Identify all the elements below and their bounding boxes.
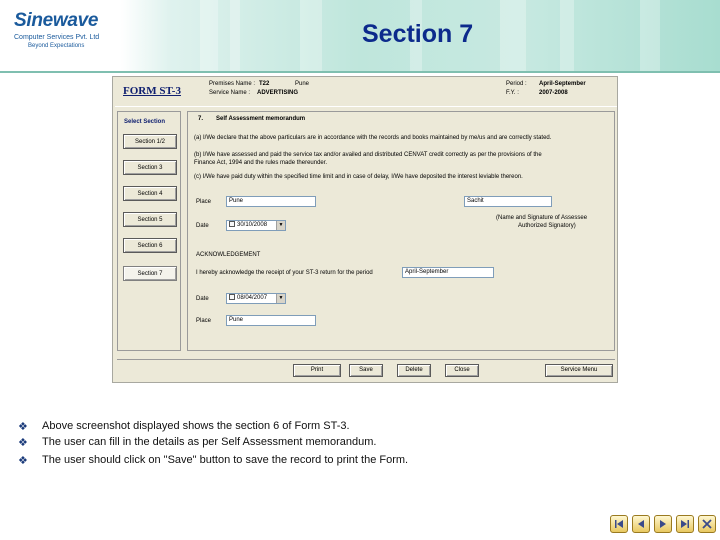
date-value: 30/10/2008: [237, 222, 268, 228]
premises-extra: Pune: [295, 81, 310, 87]
chevron-down-icon: ▼: [276, 221, 285, 230]
signature-caption-2: Authorized Signatory): [518, 223, 576, 229]
section-content-panel: 7. Self Assessment memorandum (a) I/We d…: [187, 111, 615, 351]
form-window: FORM ST-3 Premises Name : T22 Pune Servi…: [112, 76, 618, 383]
diamond-bullet-icon: ❖: [18, 436, 28, 449]
form-title: FORM ST-3: [123, 85, 181, 97]
logo-subtitle: Computer Services Pvt. Ltd: [14, 34, 100, 41]
place-input[interactable]: Pune: [226, 196, 316, 207]
ack-place-label: Place: [196, 318, 212, 324]
diamond-bullet-icon: ❖: [18, 454, 28, 467]
logo-name: Sinewave: [14, 10, 99, 31]
ack-place-input[interactable]: Pune: [226, 315, 316, 326]
close-icon: [702, 519, 712, 529]
section-1-2-button[interactable]: Section 1/2: [123, 134, 177, 149]
service-label: Service Name :: [209, 90, 251, 96]
acknowledgement-text: I hereby acknowledge the receipt of your…: [196, 270, 373, 276]
ack-date-label: Date: [196, 296, 209, 302]
company-logo: Sinewave Computer Services Pvt. Ltd Beyo…: [12, 10, 132, 60]
premises-label: Premises Name :: [209, 81, 256, 87]
signatory-input[interactable]: Sachit: [464, 196, 552, 207]
ack-period-input[interactable]: April-September: [402, 267, 494, 278]
slide-title: Section 7: [362, 20, 474, 48]
service-menu-button[interactable]: Service Menu: [545, 364, 613, 377]
declaration-b-cont: Finance Act, 1994 and the rules made the…: [194, 160, 328, 166]
next-icon: [681, 520, 689, 528]
premises-value: T22: [259, 81, 270, 87]
declaration-c: (c) I/We have paid duty within the speci…: [194, 174, 523, 180]
select-section-label: Select Section: [124, 119, 166, 125]
last-slide-button[interactable]: [676, 515, 694, 533]
declaration-b: (b) I/We have assessed and paid the serv…: [194, 152, 542, 158]
slide-header: Sinewave Computer Services Pvt. Ltd Beyo…: [0, 0, 720, 73]
fy-label: F.Y. :: [506, 90, 519, 96]
chevron-down-icon: ▼: [276, 294, 285, 303]
slide-navigation: [610, 515, 716, 535]
declaration-a: (a) I/We declare that the above particul…: [194, 135, 552, 141]
section-panel: Select Section Section 1/2 Section 3 Sec…: [117, 111, 181, 351]
calendar-icon: [229, 221, 235, 228]
print-button[interactable]: Print: [293, 364, 341, 377]
date-picker[interactable]: 30/10/2008 ▼: [226, 220, 286, 231]
delete-button[interactable]: Delete: [397, 364, 431, 377]
place-label: Place: [196, 199, 212, 205]
ack-date-picker[interactable]: 08/04/2007 ▼: [226, 293, 286, 304]
save-button[interactable]: Save: [349, 364, 383, 377]
section-7-button[interactable]: Section 7: [123, 266, 177, 281]
first-slide-button[interactable]: [610, 515, 628, 533]
period-label: Period :: [506, 81, 527, 87]
bullet-text: Above screenshot displayed shows the sec…: [42, 420, 350, 432]
exit-button[interactable]: [698, 515, 716, 533]
diamond-bullet-icon: ❖: [18, 420, 28, 433]
section-4-button[interactable]: Section 4: [123, 186, 177, 201]
section-number: 7.: [198, 116, 204, 122]
period-value: April-September: [539, 81, 586, 87]
first-icon: [615, 520, 623, 528]
header-divider: [115, 106, 617, 107]
play-icon: [660, 520, 666, 528]
play-button[interactable]: [654, 515, 672, 533]
section-5-button[interactable]: Section 5: [123, 212, 177, 227]
section-6-button[interactable]: Section 6: [123, 238, 177, 253]
bullet-text: The user should click on "Save" button t…: [42, 454, 409, 466]
ack-date-value: 08/04/2007: [237, 295, 268, 301]
previous-slide-button[interactable]: [632, 515, 650, 533]
service-value: ADVERTISING: [257, 90, 299, 96]
section-heading: Self Assessment memorandum: [216, 116, 306, 122]
signature-caption: (Name and Signature of Assessee: [496, 215, 588, 221]
action-bar: Print Save Delete Close Service Menu: [117, 359, 615, 379]
section-3-button[interactable]: Section 3: [123, 160, 177, 175]
prev-icon: [638, 520, 644, 528]
acknowledgement-heading: ACKNOWLEDGEMENT: [196, 252, 261, 258]
fy-value: 2007-2008: [539, 90, 568, 96]
close-button[interactable]: Close: [445, 364, 479, 377]
calendar-icon: [229, 294, 235, 301]
bullet-text: The user can fill in the details as per …: [42, 436, 377, 448]
date-label: Date: [196, 223, 209, 229]
logo-tagline: Beyond Expectations: [28, 43, 85, 49]
